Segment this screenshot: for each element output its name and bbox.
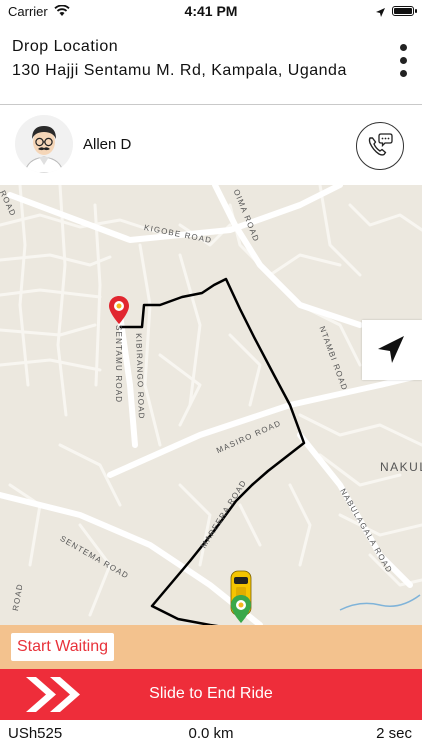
call-chat-button[interactable]: [356, 122, 404, 170]
waiting-bar: Start Waiting: [0, 625, 422, 669]
start-waiting-button[interactable]: Start Waiting: [11, 633, 114, 661]
recenter-location-button[interactable]: [362, 320, 422, 380]
slide-to-end-ride-label: Slide to End Ride: [149, 685, 273, 702]
status-bar: Carrier 4:41 PM: [0, 0, 422, 22]
more-dot-icon: [400, 44, 407, 51]
map-canvas: [0, 185, 422, 625]
more-dot-icon: [400, 70, 407, 77]
duration-value: 2 sec: [376, 725, 412, 742]
slide-to-end-ride-bar[interactable]: Slide to End Ride: [0, 669, 422, 720]
distance-value: 0.0 km: [188, 725, 234, 742]
location-arrow-icon: [375, 5, 386, 23]
navigation-arrow-icon: [378, 336, 404, 363]
status-time: 4:41 PM: [184, 3, 238, 19]
road-label: SENTAMU ROAD: [114, 325, 123, 404]
trip-stats: USh525 0.0 km 2 sec: [0, 720, 422, 750]
pickup-location-pin-icon: [231, 595, 251, 623]
more-dot-icon: [400, 57, 407, 64]
drop-location-pin-icon: [109, 296, 129, 324]
area-label: NAKUL: [380, 460, 422, 474]
driver-avatar: [15, 115, 73, 173]
drop-location-label: Drop Location: [12, 38, 119, 55]
drop-location-header: Drop Location 130 Hajji Sentamu M. Rd, K…: [0, 22, 422, 104]
driver-name: Allen D: [83, 136, 132, 153]
battery-icon: [392, 6, 417, 16]
drop-location-address: 130 Hajji Sentamu M. Rd, Kampala, Uganda: [12, 62, 347, 79]
route-map[interactable]: ROAD KIGOBE ROAD OIMA ROAD SENTAMU ROAD …: [0, 185, 422, 625]
driver-info-row: Allen D: [0, 105, 422, 185]
phone-chat-icon: [368, 133, 393, 156]
more-options-button[interactable]: [392, 40, 416, 80]
